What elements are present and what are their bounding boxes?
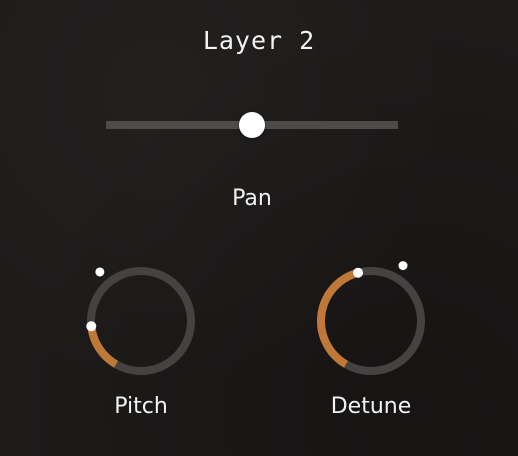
pitch-knob-value-dot bbox=[86, 321, 97, 332]
detune-knob[interactable] bbox=[308, 258, 434, 384]
pan-slider-thumb[interactable] bbox=[239, 112, 265, 138]
detune-label: Detune bbox=[330, 394, 412, 419]
detune-knob-value-arc bbox=[317, 268, 360, 368]
pitch-knob[interactable] bbox=[78, 258, 204, 384]
pan-label: Pan bbox=[232, 186, 272, 211]
detune-knob-value-dot bbox=[353, 267, 364, 278]
pitch-knob-indicator-dot bbox=[95, 267, 105, 277]
pitch-label: Pitch bbox=[114, 394, 168, 419]
layer-title: Layer 2 bbox=[202, 26, 316, 55]
pitch-knob-value-arc bbox=[87, 325, 119, 368]
detune-knob-indicator-dot bbox=[398, 261, 408, 271]
